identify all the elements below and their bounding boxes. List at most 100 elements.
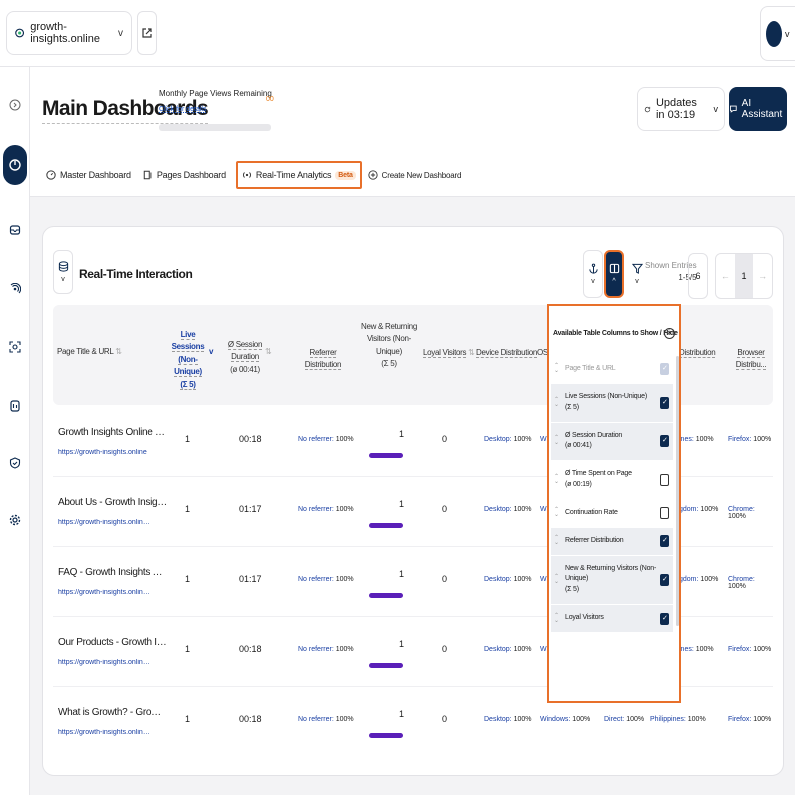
- row-session-duration: 00:18: [239, 714, 262, 724]
- sidebar-item-focus[interactable]: [5, 337, 25, 357]
- drag-handle-icon[interactable]: ⌃ ⌄: [554, 507, 559, 518]
- filter-button[interactable]: v: [627, 250, 647, 298]
- row-page-title[interactable]: Growth Insights Online - Growth Insights…: [58, 427, 168, 438]
- anchor-icon: [588, 263, 598, 274]
- shield-icon: [9, 457, 21, 469]
- report-icon: [10, 400, 20, 412]
- chevron-down-icon: v: [591, 278, 595, 285]
- row-session-duration: 01:17: [239, 574, 262, 584]
- sort-descending-icon[interactable]: v: [209, 346, 213, 358]
- sidebar-item-security[interactable]: [5, 453, 25, 473]
- drag-handle-icon[interactable]: ⌃ ⌄: [554, 574, 559, 585]
- sidebar-item-dashboards[interactable]: [3, 145, 27, 185]
- database-icon: [58, 261, 68, 272]
- column-header-live-sessions[interactable]: Live Sessions (Non-Unique) (Σ 5): [166, 329, 210, 391]
- dashboard-icon: [9, 159, 21, 171]
- column-header-browser[interactable]: Browser Distribu...: [729, 347, 773, 372]
- checkbox[interactable]: [660, 535, 669, 548]
- close-icon[interactable]: ×: [664, 328, 675, 339]
- row-channel: Direct: 100%: [604, 716, 645, 723]
- row-loyal: 0: [442, 644, 448, 654]
- column-option-session-duration[interactable]: ⌃ ⌄ Ø Session Duration (ø 00:41): [551, 422, 673, 462]
- column-option-live-sessions[interactable]: ⌃ ⌄ Live Sessions (Non-Unique) (Σ 5): [551, 383, 673, 423]
- tab-create-new-dashboard[interactable]: Create New Dashboard: [364, 161, 466, 189]
- signal-icon: [10, 283, 21, 294]
- drag-handle-icon[interactable]: ⌃ ⌄: [554, 435, 559, 446]
- row-page-url[interactable]: https://growth-insights.online/faq: [58, 589, 153, 596]
- row-page-title[interactable]: Our Products - Growth Insights Online: [58, 637, 168, 648]
- row-live-sessions: 1: [185, 714, 191, 724]
- gear-icon: [9, 514, 21, 526]
- tab-master-dashboard[interactable]: Master Dashboard: [42, 161, 135, 189]
- avatar: [766, 20, 782, 47]
- prev-page-button[interactable]: ←: [716, 254, 735, 298]
- sidebar-item-reports[interactable]: [5, 396, 25, 416]
- columns-toggle-button[interactable]: ^: [604, 250, 624, 298]
- column-header-new-returning[interactable]: New & Returning Visitors (Non- Unique) (…: [361, 321, 417, 371]
- site-selector[interactable]: growth-insights.online v: [6, 11, 132, 55]
- column-option-loyal-visitors[interactable]: ⌃ ⌄ Loyal Visitors: [551, 605, 673, 633]
- tab-label: Create New Dashboard: [381, 170, 462, 180]
- column-header-country[interactable]: Distribution: [679, 347, 716, 359]
- column-option-continuation-rate[interactable]: ⌃ ⌄ Continuation Rate: [551, 500, 673, 528]
- row-loyal: 0: [442, 574, 448, 584]
- sort-icon: ⇅: [468, 348, 475, 357]
- export-button[interactable]: v: [583, 250, 603, 298]
- drag-handle-icon[interactable]: ⌃ ⌄: [554, 613, 559, 624]
- column-header-loyal[interactable]: Loyal Visitors ⇅: [423, 347, 475, 359]
- checkbox[interactable]: [660, 507, 669, 520]
- entries-per-page-select[interactable]: 6: [688, 253, 708, 299]
- checkbox[interactable]: [660, 435, 669, 448]
- row-new-returning: 1: [399, 569, 405, 579]
- column-header-page[interactable]: Page Title & URL ⇅: [57, 346, 122, 358]
- checkbox[interactable]: [660, 612, 669, 625]
- page-number[interactable]: 1: [734, 254, 754, 298]
- quota-details-link[interactable]: Click for details: [159, 106, 206, 113]
- sort-icon[interactable]: ⇅: [265, 346, 272, 358]
- tab-real-time-analytics[interactable]: Real-Time Analytics Beta: [235, 161, 362, 189]
- row-page-url[interactable]: https://growth-insights.online: [58, 449, 153, 456]
- row-browser: Firefox: 100%: [728, 436, 772, 443]
- sidebar-item-settings[interactable]: [5, 510, 25, 530]
- row-page-url[interactable]: https://growth-insights.online/about-us: [58, 519, 153, 526]
- column-header-session-duration[interactable]: Ø Session Duration (ø 00:41): [219, 339, 271, 376]
- column-option-new-returning[interactable]: ⌃ ⌄ New & Returning Visitors (Non-Unique)…: [551, 555, 673, 606]
- tab-pages-dashboard[interactable]: Pages Dashboard: [139, 161, 230, 189]
- row-loyal: 0: [442, 504, 448, 514]
- drag-handle-icon[interactable]: ⌃ ⌄: [554, 535, 559, 546]
- updates-button[interactable]: Updates in 03:19 v: [637, 87, 725, 131]
- column-header-device[interactable]: Device Distribution: [476, 347, 537, 359]
- row-page-title[interactable]: About Us - Growth Insights Online: [58, 497, 168, 508]
- column-header-referrer[interactable]: Referrer Distribution: [291, 347, 355, 372]
- drag-handle-icon[interactable]: ⌃ ⌄: [554, 474, 559, 485]
- row-page-url[interactable]: https://growth-insights.online/our-produ…: [58, 659, 153, 666]
- row-device: Desktop: 100%: [484, 506, 532, 513]
- column-option-page-title: ⌃ ⌄ Page Title & URL: [551, 356, 673, 384]
- checkbox[interactable]: [660, 474, 669, 487]
- next-page-button[interactable]: →: [753, 254, 772, 298]
- chevron-up-icon: ^: [612, 278, 616, 285]
- sidebar-item-inbox[interactable]: [5, 220, 25, 240]
- checkbox[interactable]: [660, 396, 669, 409]
- radio-signal-icon: [242, 172, 251, 178]
- checkbox[interactable]: [660, 573, 669, 586]
- site-logo-icon: [15, 28, 25, 38]
- row-new-returning: 1: [399, 709, 405, 719]
- row-session-duration: 00:18: [239, 644, 262, 654]
- row-page-url[interactable]: https://growth-insights.online/what-is-g…: [58, 729, 153, 736]
- row-page-title[interactable]: FAQ - Growth Insights Online: [58, 567, 168, 578]
- external-link-icon: [142, 28, 152, 38]
- sidebar-item-realtime[interactable]: [5, 279, 25, 299]
- external-link-button[interactable]: [137, 11, 157, 55]
- tab-label: Real-Time Analytics: [255, 170, 332, 180]
- popup-scrollbar[interactable]: [676, 356, 679, 626]
- profile-button[interactable]: v: [760, 6, 795, 61]
- drag-handle-icon[interactable]: ⌃ ⌄: [554, 397, 559, 408]
- row-page-title[interactable]: What is Growth? - Growth Insights Online: [58, 707, 168, 718]
- column-option-time-spent[interactable]: ⌃ ⌄ Ø Time Spent on Page (ø 00:19): [551, 461, 673, 500]
- column-option-referrer[interactable]: ⌃ ⌄ Referrer Distribution: [551, 527, 673, 556]
- widget-menu-button[interactable]: v: [53, 250, 73, 294]
- sidebar-item-collapse[interactable]: [5, 95, 25, 115]
- ai-assistant-button[interactable]: AI Assistant: [729, 87, 787, 131]
- pages-icon: [143, 170, 152, 180]
